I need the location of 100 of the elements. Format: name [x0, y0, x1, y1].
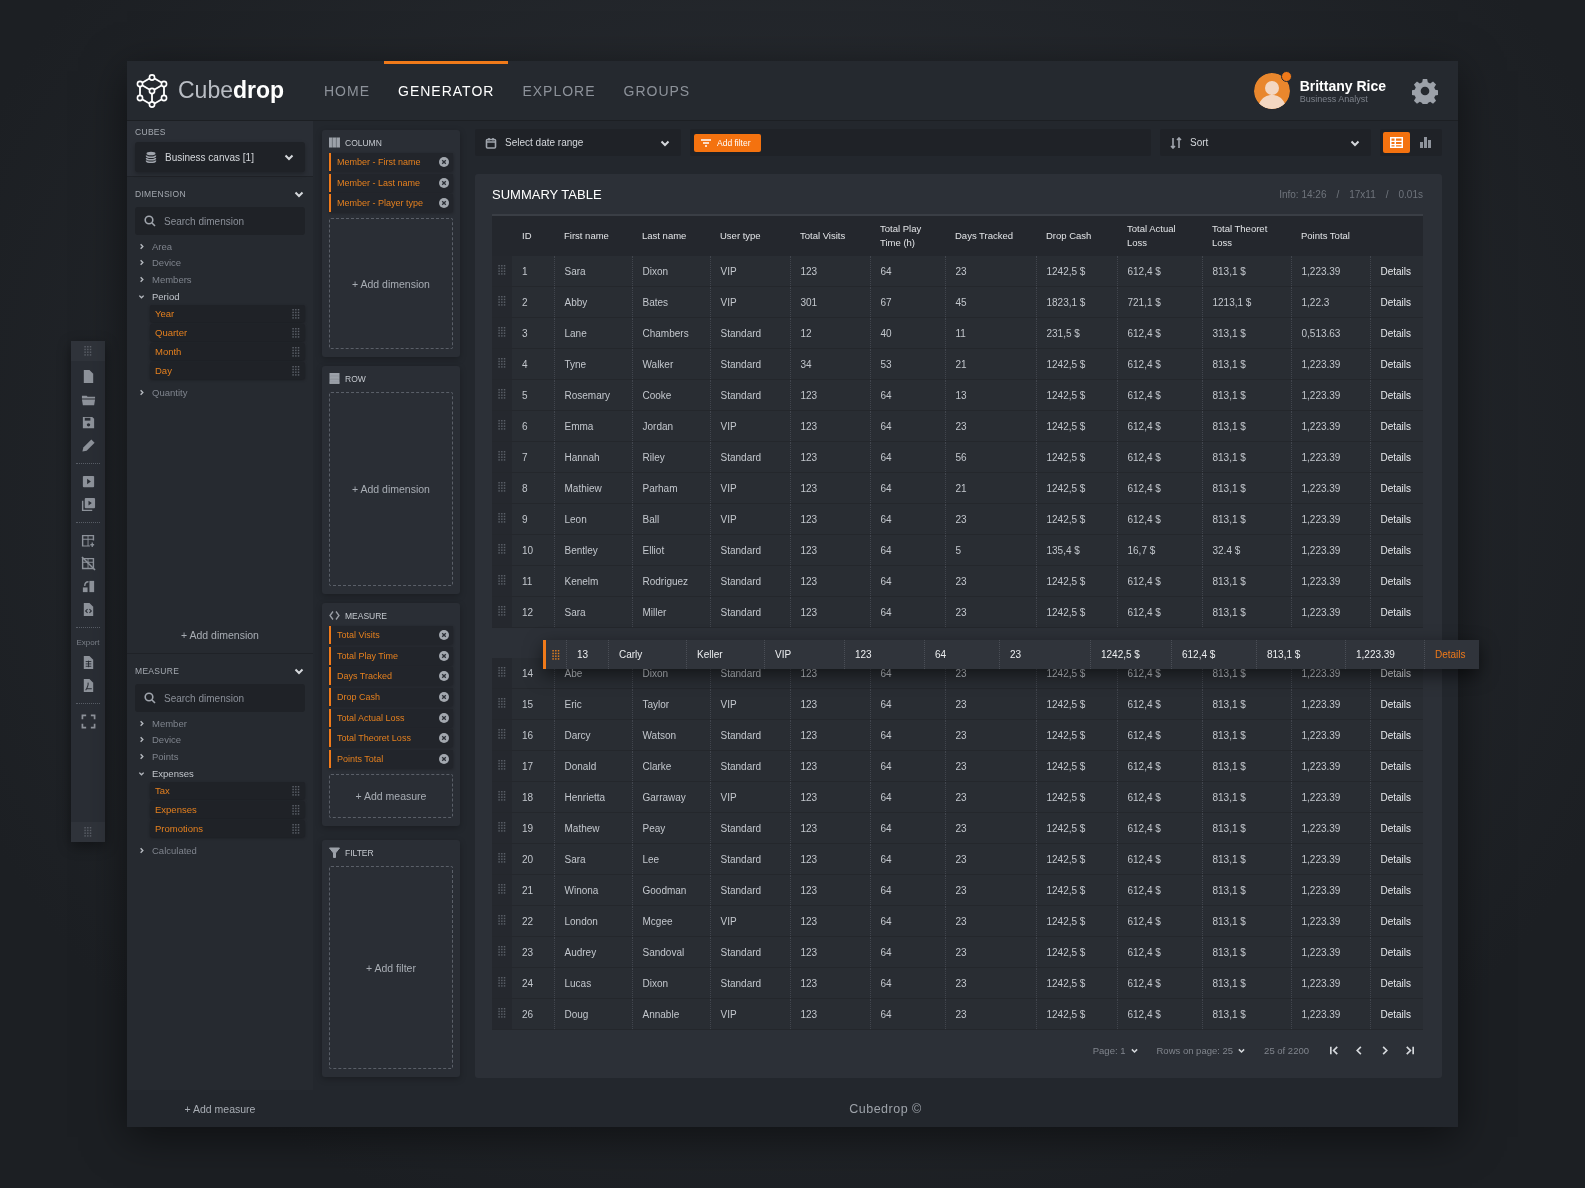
tree-item[interactable]: Calculated	[152, 845, 197, 857]
tree-item[interactable]: Members	[152, 274, 192, 285]
search-input[interactable]: Search dimension	[164, 684, 296, 712]
first-page-icon[interactable]	[1329, 1044, 1340, 1056]
grip-icon[interactable]	[498, 946, 506, 956]
field-chip[interactable]: Points Total	[329, 750, 453, 769]
grip-icon[interactable]	[498, 389, 506, 399]
play-icon[interactable]	[80, 474, 96, 489]
remove-icon[interactable]	[439, 712, 449, 723]
field-chip[interactable]: Member - Last name	[329, 173, 453, 192]
remove-icon[interactable]	[439, 630, 449, 640]
drop-zone[interactable]: + Add dimension	[329, 218, 453, 349]
grip-icon[interactable]	[498, 760, 506, 770]
grip-icon[interactable]	[292, 804, 300, 815]
search-field[interactable]: Search dimension	[135, 684, 305, 712]
field-chip[interactable]: Member - First name	[329, 153, 453, 171]
nav-tab[interactable]: GROUPS	[609, 61, 705, 120]
grip-icon[interactable]	[498, 791, 506, 801]
rotate-icon[interactable]	[80, 579, 96, 594]
grip-icon[interactable]	[498, 451, 506, 461]
grip-icon[interactable]	[498, 358, 506, 368]
field-chip[interactable]: Days Tracked	[329, 667, 453, 686]
grip-icon[interactable]	[498, 575, 506, 585]
tree-item[interactable]: Expenses	[152, 767, 194, 779]
grip-icon[interactable]	[292, 346, 300, 357]
last-page-icon[interactable]	[1404, 1044, 1415, 1056]
grip-icon[interactable]	[498, 822, 506, 832]
settings-icon[interactable]	[1412, 77, 1438, 104]
search-field[interactable]: Search dimension	[135, 207, 305, 235]
nav-tab[interactable]: EXPLORE	[508, 61, 610, 120]
search-input[interactable]: Search dimension	[164, 207, 296, 235]
grip-icon[interactable]	[498, 606, 506, 616]
grip-icon[interactable]	[498, 667, 506, 677]
remove-icon[interactable]	[439, 754, 449, 765]
field-chip[interactable]: Expenses	[150, 801, 305, 819]
details-link[interactable]: Details	[1435, 649, 1466, 660]
field-chip[interactable]: Total Visits	[329, 626, 453, 644]
video-stack-icon[interactable]	[80, 497, 96, 512]
remove-icon[interactable]	[439, 198, 449, 209]
field-chip[interactable]: Total Theoret Loss	[329, 729, 453, 748]
grip-icon[interactable]	[498, 698, 506, 708]
grip-icon[interactable]	[292, 823, 300, 834]
drop-zone[interactable]: + Add measure	[329, 773, 453, 818]
view-toggle[interactable]	[1383, 132, 1410, 153]
grip-icon[interactable]	[84, 827, 92, 837]
sort-select[interactable]: Sort	[1160, 129, 1371, 156]
field-chip[interactable]: Member - Player type	[329, 194, 453, 213]
chevron-right-icon[interactable]	[138, 276, 145, 283]
remove-icon[interactable]	[439, 671, 449, 682]
grip-icon[interactable]	[498, 482, 506, 492]
grip-icon[interactable]	[498, 977, 506, 987]
grip-icon[interactable]	[498, 296, 506, 306]
chevron-down-icon[interactable]	[138, 292, 145, 300]
grip-icon[interactable]	[292, 308, 300, 319]
remove-icon[interactable]	[439, 650, 449, 661]
grip-icon[interactable]	[552, 649, 560, 660]
grip-icon[interactable]	[498, 327, 506, 337]
grip-icon[interactable]	[498, 884, 506, 894]
grip-icon[interactable]	[292, 327, 300, 338]
table-off-icon[interactable]	[80, 556, 96, 571]
grip-icon[interactable]	[498, 544, 506, 554]
chevron-right-icon[interactable]	[138, 389, 145, 397]
tree-item[interactable]: Area	[152, 240, 173, 252]
pencil-icon[interactable]	[80, 438, 96, 453]
field-chip[interactable]: Total Play Time	[329, 646, 453, 665]
add-dimension-link[interactable]: + Add dimension	[135, 619, 305, 653]
grip-icon[interactable]	[292, 365, 300, 376]
grip-icon[interactable]	[498, 420, 506, 430]
field-chip[interactable]: Day	[150, 362, 305, 380]
grip-icon[interactable]	[498, 853, 506, 863]
remove-icon[interactable]	[439, 177, 449, 188]
grip-icon[interactable]	[498, 729, 506, 739]
chevron-right-icon[interactable]	[138, 736, 145, 744]
grip-icon[interactable]	[498, 265, 506, 275]
chevron-down-icon[interactable]	[138, 769, 145, 777]
nav-tab[interactable]: HOME	[310, 61, 384, 120]
remove-icon[interactable]	[439, 692, 449, 703]
chevron-right-icon[interactable]	[138, 719, 145, 727]
page-select[interactable]: Page: 1	[1092, 1044, 1139, 1056]
drop-zone[interactable]: + Add dimension	[329, 392, 453, 586]
field-chip[interactable]: Year	[150, 305, 305, 323]
field-chip[interactable]: Month	[150, 343, 305, 361]
field-chip[interactable]: Tax	[150, 782, 305, 800]
field-chip[interactable]: Total Actual Loss	[329, 708, 453, 727]
grip-icon[interactable]	[498, 1008, 506, 1018]
tree-item[interactable]: Quantity	[152, 387, 188, 399]
grip-icon[interactable]	[498, 513, 506, 523]
tree-item[interactable]: Device	[152, 257, 182, 269]
fullscreen-icon[interactable]	[80, 714, 96, 729]
remove-icon[interactable]	[439, 733, 449, 744]
field-chip[interactable]: Quarter	[150, 324, 305, 342]
drop-zone[interactable]: + Add filter	[329, 866, 453, 1069]
chevron-right-icon[interactable]	[138, 753, 145, 760]
date-range-select[interactable]: Select date range	[475, 129, 681, 156]
rows-per-page-select[interactable]: Rows on page: 25	[1156, 1044, 1247, 1056]
tree-item[interactable]: Points	[152, 751, 179, 762]
save-icon[interactable]	[80, 415, 96, 430]
chevron-right-icon[interactable]	[138, 847, 145, 855]
field-chip[interactable]: Promotions	[150, 820, 305, 838]
grip-icon[interactable]	[498, 915, 506, 925]
